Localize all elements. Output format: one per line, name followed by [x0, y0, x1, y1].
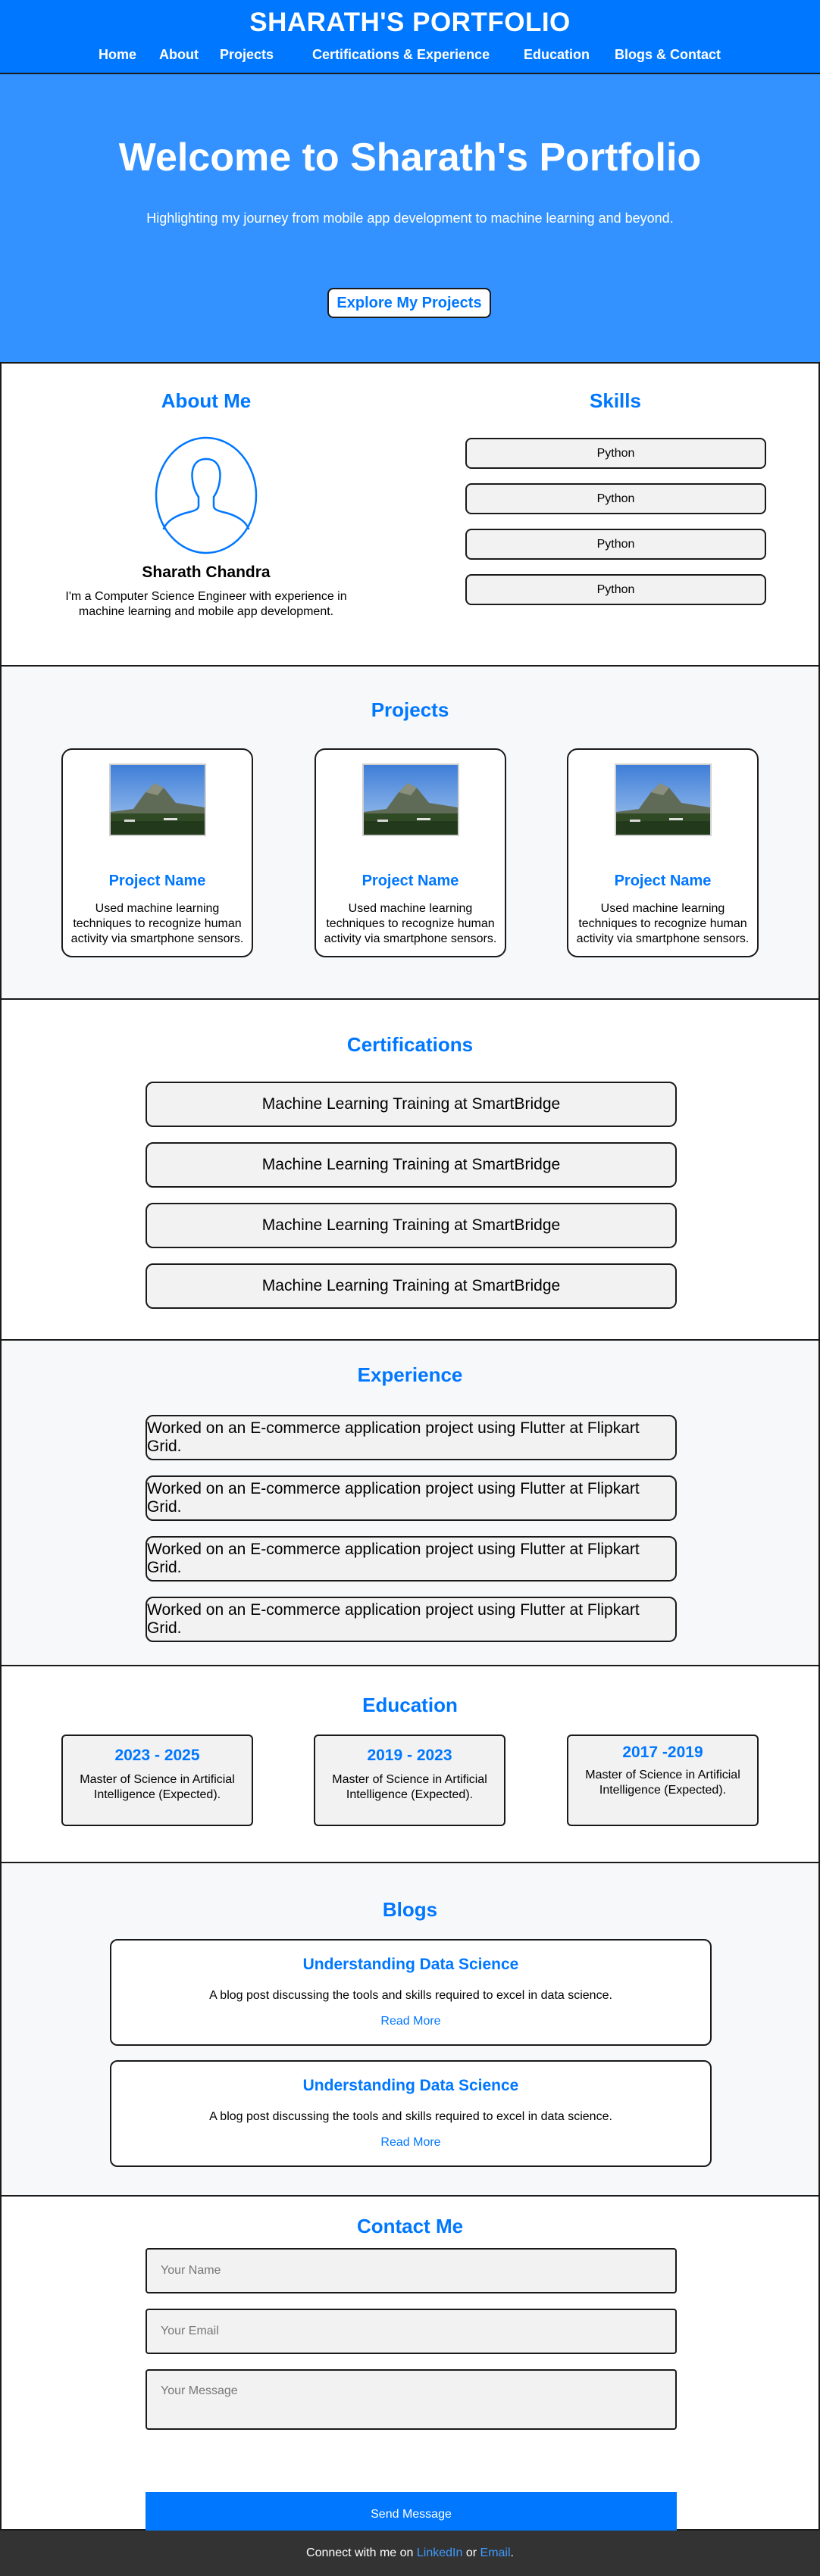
- education-title: Education: [362, 1694, 458, 1716]
- education-years: 2017 -2019: [622, 1744, 703, 1761]
- footer-or: or: [465, 2546, 477, 2559]
- experience-item: Worked on an E-commerce application proj…: [146, 1475, 677, 1521]
- hero-title: Welcome to Sharath's Portfolio: [118, 136, 702, 180]
- explore-projects-button[interactable]: Explore My Projects: [327, 288, 491, 318]
- education-years: 2019 - 2023: [367, 1747, 452, 1764]
- name-field[interactable]: [146, 2248, 677, 2293]
- certification-item: Machine Learning Training at SmartBridge: [146, 1142, 677, 1188]
- project-name: Project Name: [361, 873, 459, 889]
- nav-home[interactable]: Home: [99, 47, 136, 63]
- contact-section: Contact Me Send Message: [0, 2197, 820, 2537]
- education-description: Master of Science in Artificial Intellig…: [80, 1773, 235, 1801]
- nav-certifications-experience[interactable]: Certifications & Experience: [312, 47, 490, 63]
- about-description: I'm a Computer Science Engineer with exp…: [65, 590, 347, 618]
- blogs-title: Blogs: [382, 1898, 438, 1921]
- project-name: Project Name: [614, 873, 712, 889]
- blogs-section: Blogs Understanding Data Science A blog …: [0, 1863, 820, 2197]
- about-name: Sharath Chandra: [142, 564, 271, 581]
- education-description: Master of Science in Artificial Intellig…: [332, 1773, 487, 1801]
- project-card[interactable]: Project Name Used machine learning techn…: [567, 748, 759, 957]
- experience-item: Worked on an E-commerce application proj…: [146, 1536, 677, 1582]
- certification-item: Machine Learning Training at SmartBridge: [146, 1082, 677, 1127]
- project-card[interactable]: Project Name Used machine learning techn…: [61, 748, 253, 957]
- site-title: SHARATH'S PORTFOLIO: [249, 8, 571, 37]
- message-field[interactable]: [146, 2369, 677, 2430]
- certification-item: Machine Learning Training at SmartBridge: [146, 1203, 677, 1248]
- email-link[interactable]: Email: [480, 2546, 511, 2560]
- certifications-section: Certifications Machine Learning Training…: [0, 1000, 820, 1341]
- experience-section: Experience Worked on an E-commerce appli…: [0, 1341, 820, 1666]
- nav-education[interactable]: Education: [524, 47, 590, 63]
- hero-subtitle: Highlighting my journey from mobile app …: [146, 211, 674, 226]
- skill-item: Python: [465, 574, 766, 605]
- blog-title: Understanding Data Science: [302, 1956, 519, 1973]
- skill-item: Python: [465, 438, 766, 469]
- experience-item: Worked on an E-commerce application proj…: [146, 1597, 677, 1642]
- avatar-icon: [155, 436, 258, 554]
- education-card: 2023 - 2025 Master of Science in Artific…: [61, 1735, 253, 1826]
- main-nav: Home About Projects Certifications & Exp…: [0, 47, 820, 65]
- linkedin-link[interactable]: LinkedIn: [417, 2546, 463, 2560]
- project-image: [109, 763, 206, 836]
- site-footer: Connect with me on LinkedIn or Email.: [0, 2531, 820, 2576]
- blog-card: Understanding Data Science A blog post d…: [110, 2060, 712, 2167]
- email-field[interactable]: [146, 2309, 677, 2354]
- skill-item: Python: [465, 529, 766, 560]
- skill-item: Python: [465, 483, 766, 514]
- certification-item: Machine Learning Training at SmartBridge: [146, 1263, 677, 1309]
- experience-title: Experience: [357, 1363, 463, 1386]
- experience-item: Worked on an E-commerce application proj…: [146, 1415, 677, 1460]
- project-name: Project Name: [108, 873, 206, 889]
- project-image: [362, 763, 459, 836]
- nav-projects[interactable]: Projects: [220, 47, 274, 63]
- site-header: SHARATH'S PORTFOLIO Home About Projects …: [0, 0, 820, 74]
- blog-card: Understanding Data Science A blog post d…: [110, 1939, 712, 2046]
- footer-prefix: Connect with me on: [306, 2546, 414, 2559]
- project-description: Used machine learning techniques to reco…: [576, 902, 750, 945]
- contact-title: Contact Me: [356, 2215, 464, 2237]
- education-section: Education 2023 - 2025 Master of Science …: [0, 1666, 820, 1863]
- read-more-link[interactable]: Read More: [111, 2136, 710, 2150]
- project-image: [615, 763, 712, 836]
- education-card: 2019 - 2023 Master of Science in Artific…: [314, 1735, 505, 1826]
- project-card[interactable]: Project Name Used machine learning techn…: [315, 748, 506, 957]
- education-description: Master of Science in Artificial Intellig…: [585, 1769, 740, 1797]
- nav-about[interactable]: About: [159, 47, 199, 63]
- nav-blogs-contact[interactable]: Blogs & Contact: [615, 47, 721, 63]
- education-years: 2023 - 2025: [114, 1747, 200, 1764]
- about-section: About Me Sharath Chandra I'm a Computer …: [0, 364, 820, 667]
- certifications-title: Certifications: [346, 1033, 474, 1056]
- footer-suffix: .: [510, 2546, 514, 2559]
- blog-title: Understanding Data Science: [302, 2077, 519, 2094]
- blog-description: A blog post discussing the tools and ski…: [209, 1989, 612, 2002]
- blog-description: A blog post discussing the tools and ski…: [209, 2110, 612, 2123]
- education-card: 2017 -2019 Master of Science in Artifici…: [567, 1735, 759, 1826]
- about-title: About Me: [161, 389, 252, 412]
- skills-title: Skills: [590, 389, 641, 412]
- project-description: Used machine learning techniques to reco…: [324, 902, 497, 945]
- read-more-link[interactable]: Read More: [111, 2015, 710, 2028]
- projects-title: Projects: [371, 698, 449, 721]
- hero-section: Welcome to Sharath's Portfolio Highlight…: [0, 74, 820, 364]
- project-description: Used machine learning techniques to reco…: [70, 902, 244, 945]
- projects-section: Projects Project Name Used machine learn…: [0, 667, 820, 1000]
